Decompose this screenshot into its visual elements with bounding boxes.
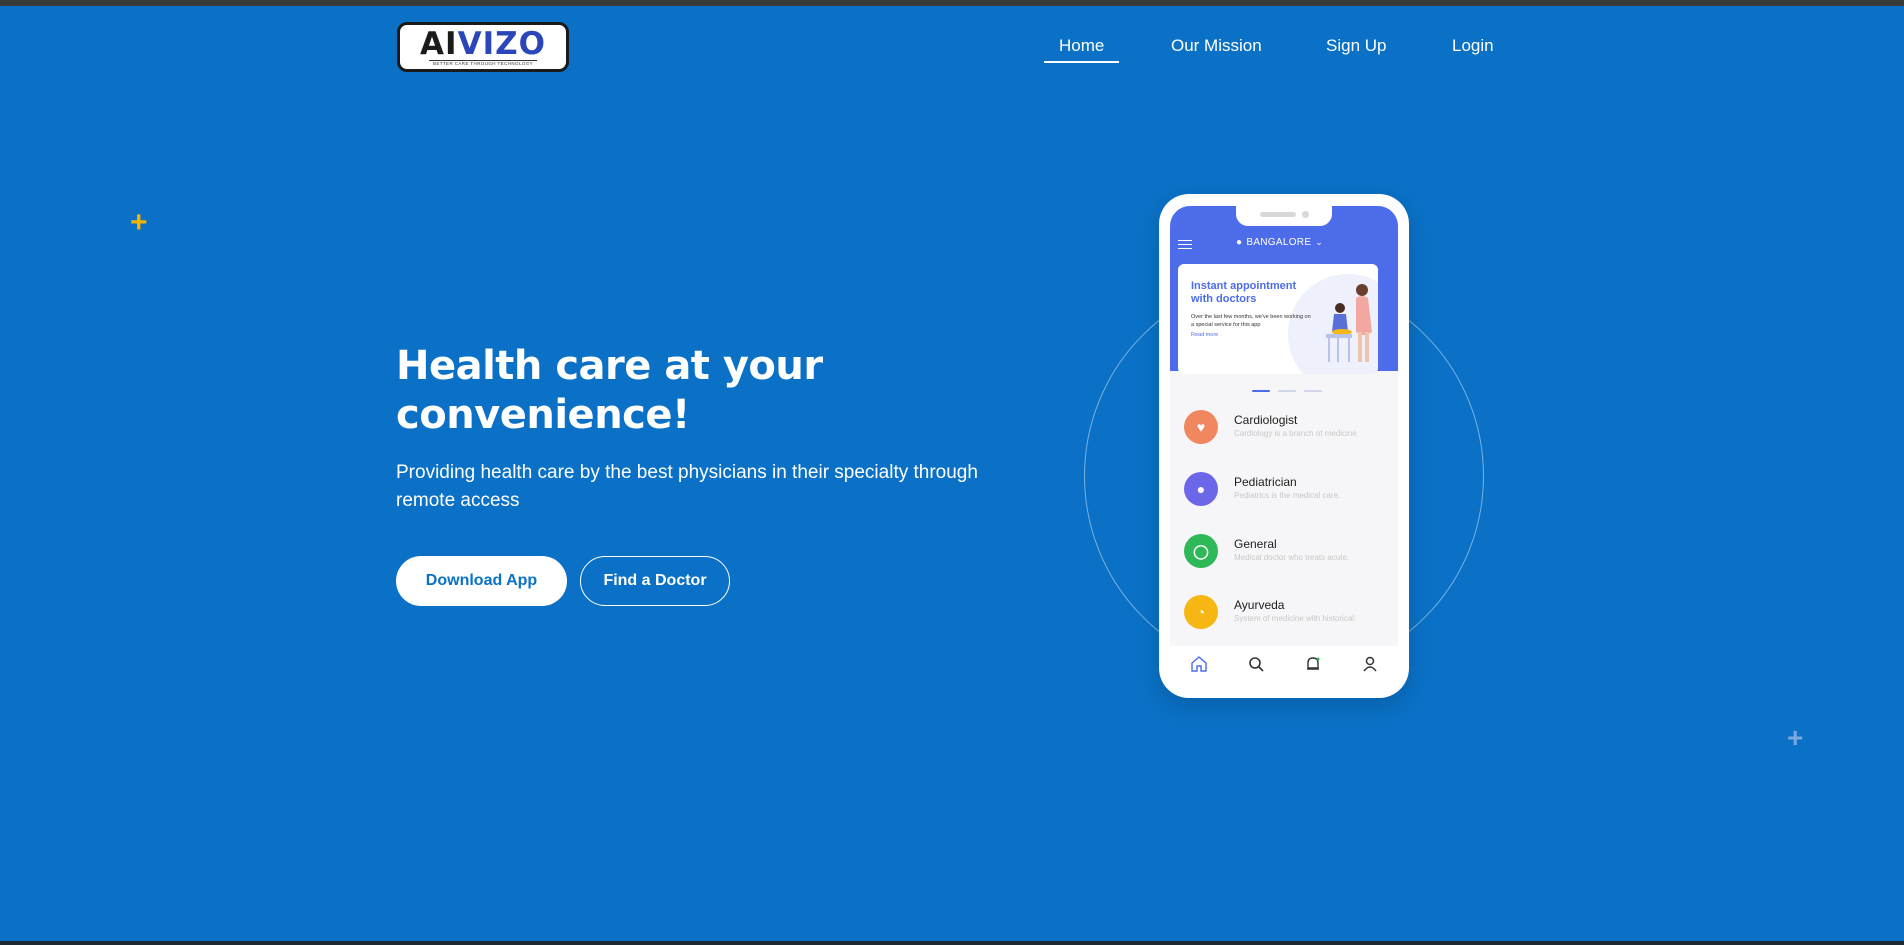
menu-icon (1178, 240, 1192, 249)
find-doctor-button[interactable]: Find a Doctor (580, 556, 730, 606)
nav-sign-up[interactable]: Sign Up (1326, 36, 1386, 56)
location-label: BANGALORE (1246, 237, 1312, 248)
promo-text: Over the last few months, we've been wor… (1191, 314, 1311, 328)
nav-home[interactable]: Home (1043, 36, 1120, 63)
nav-login[interactable]: Login (1452, 36, 1494, 56)
phone-screen: ● BANGALORE ⌄ Instant appointment with d… (1170, 206, 1398, 646)
promo-read-more-link: Read more (1191, 332, 1219, 338)
specialty-desc: Medical doctor who treats acute. (1234, 553, 1350, 562)
browser-top-strip (0, 0, 1904, 6)
doctor-child-illustration (1326, 284, 1372, 362)
mortar-icon: ◔ (1184, 595, 1218, 629)
download-app-button[interactable]: Download App (396, 556, 567, 606)
specialty-item-ayurveda[interactable]: ◔ Ayurveda System of medicine with histo… (1184, 595, 1394, 635)
specialty-name: Pediatrician (1234, 475, 1297, 489)
chevron-down-icon: ⌄ (1315, 237, 1324, 247)
aivizo-logo[interactable]: AIVIZO BETTER CARE THROUGH TECHNOLOGY (397, 22, 569, 72)
plus-decoration-icon: + (1787, 722, 1804, 753)
search-icon[interactable] (1245, 653, 1267, 675)
logo-tagline: BETTER CARE THROUGH TECHNOLOGY (428, 59, 538, 67)
specialty-name: Ayurveda (1234, 598, 1285, 612)
location-pin-icon: ● (1236, 237, 1243, 248)
specialty-desc: Pediatrics is the medical care. (1234, 491, 1341, 500)
logo-wordmark: AIVIZO (420, 25, 546, 62)
carousel-dot[interactable] (1278, 390, 1296, 392)
specialty-item-pediatrician[interactable]: ● Pediatrician Pediatrics is the medical… (1184, 472, 1394, 512)
promo-card: Instant appointment with doctors Over th… (1178, 264, 1378, 374)
plus-decoration-icon: + (130, 206, 148, 239)
specialty-desc: Cardiology is a branch of medicine. (1234, 429, 1359, 438)
home-icon[interactable] (1188, 653, 1210, 675)
nav-our-mission[interactable]: Our Mission (1171, 36, 1262, 56)
bell-icon[interactable] (1302, 653, 1324, 675)
child-icon: ● (1184, 472, 1218, 506)
stethoscope-icon: ◯ (1184, 534, 1218, 568)
phone-mockup: ● BANGALORE ⌄ Instant appointment with d… (1159, 194, 1409, 698)
hero-title-line2: convenience! (396, 392, 690, 438)
specialty-item-general[interactable]: ◯ General Medical doctor who treats acut… (1184, 534, 1394, 574)
specialty-item-cardiologist[interactable]: ♥ Cardiologist Cardiology is a branch of… (1184, 410, 1394, 450)
specialty-name: Cardiologist (1234, 413, 1298, 427)
carousel-dots (1252, 390, 1322, 392)
phone-notch (1236, 206, 1332, 226)
location-selector: ● BANGALORE ⌄ (1236, 237, 1323, 248)
bottom-strip (0, 941, 1904, 945)
hero-subtitle: Providing health care by the best physic… (396, 462, 978, 511)
user-icon[interactable] (1359, 653, 1381, 675)
hero-title: Health care at your convenience! (396, 342, 956, 440)
specialty-desc: System of medicine with historical. (1234, 614, 1357, 623)
app-tab-bar (1170, 646, 1398, 682)
heart-icon: ♥ (1184, 410, 1218, 444)
hero-title-line1: Health care at your (396, 343, 823, 389)
carousel-dot[interactable] (1252, 390, 1270, 392)
promo-title: Instant appointment with doctors (1191, 280, 1297, 305)
specialty-name: General (1234, 537, 1277, 551)
carousel-dot[interactable] (1304, 390, 1322, 392)
